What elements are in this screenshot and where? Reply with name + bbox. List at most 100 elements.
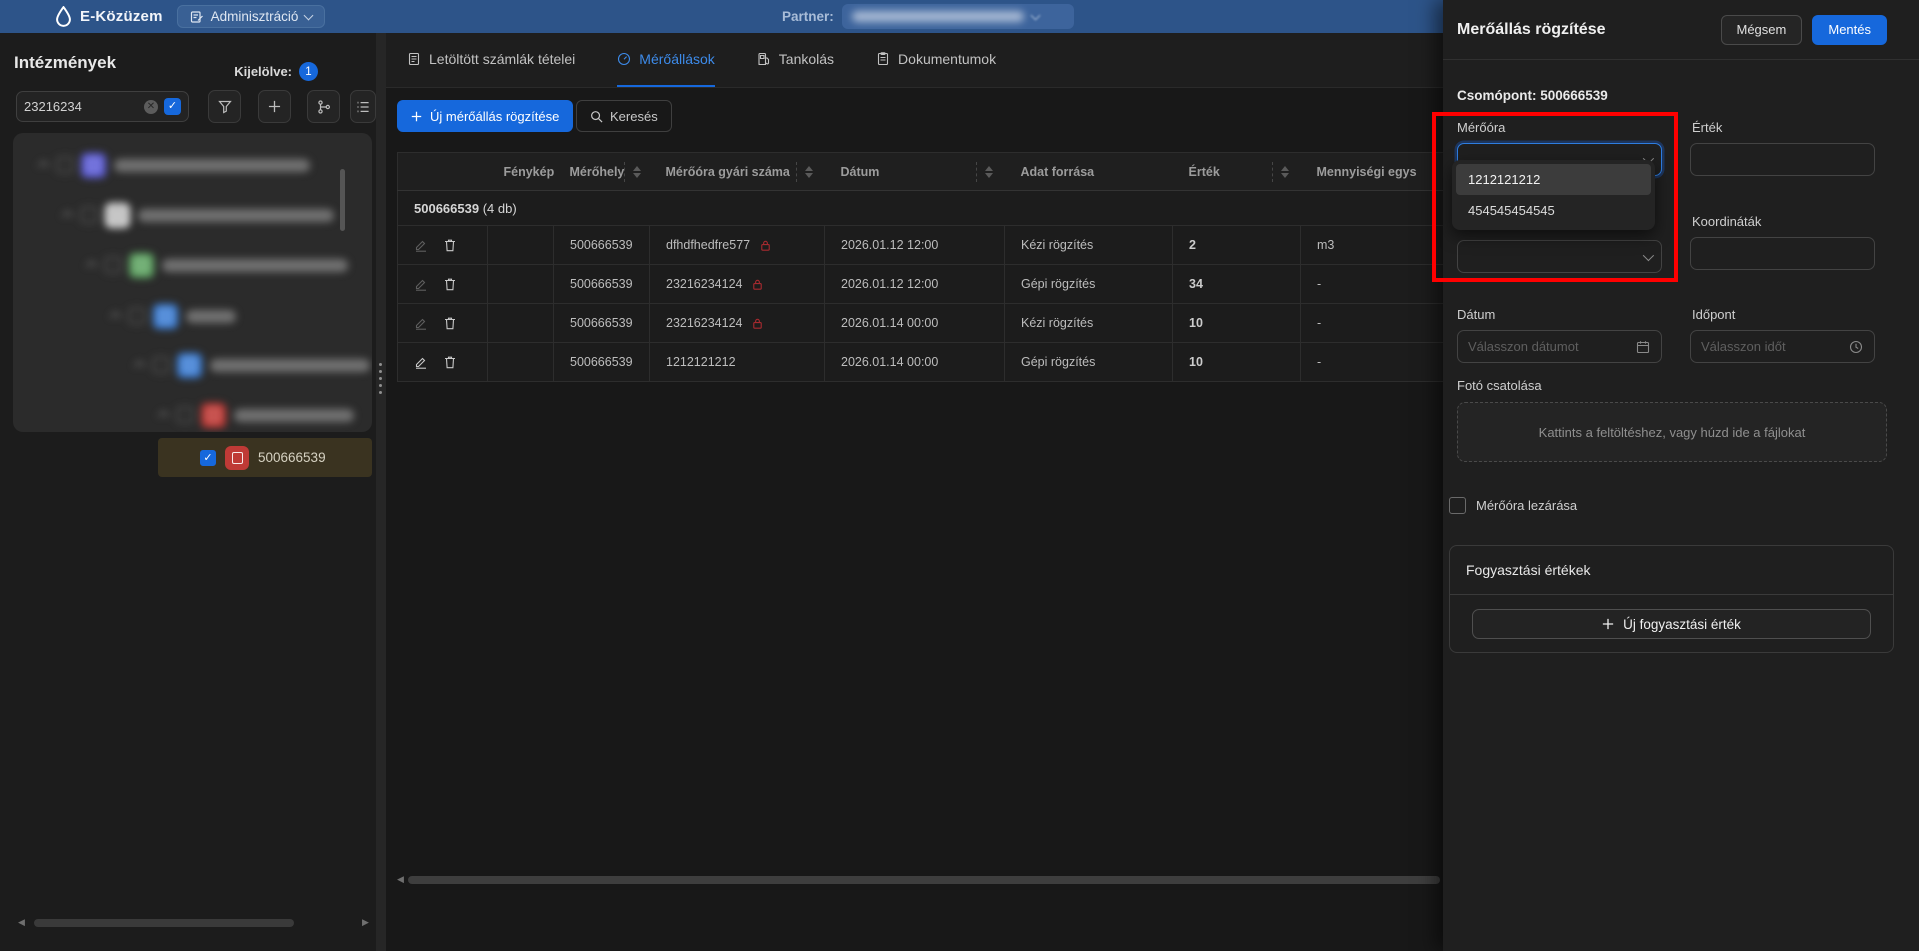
tree-node-redacted[interactable] xyxy=(41,145,310,185)
serial-cell: dfhdfhedfre577 xyxy=(666,238,750,252)
delete-button[interactable] xyxy=(443,277,457,291)
tab-meter-readings[interactable]: Mérőállások xyxy=(617,33,714,87)
dropdown-option[interactable]: 1212121212 xyxy=(1456,164,1651,195)
hierarchy-button[interactable] xyxy=(307,90,340,123)
value-cell: 2 xyxy=(1173,226,1301,265)
tree-node-label-redacted xyxy=(210,359,370,372)
unit-select[interactable] xyxy=(1457,240,1662,273)
tree-checkbox[interactable] xyxy=(57,157,73,173)
search-button[interactable]: Keresés xyxy=(576,100,672,132)
pencil-icon xyxy=(414,316,428,330)
tree-node-redacted[interactable] xyxy=(161,395,354,432)
drawer-header: Merőállás rögzítése Mégsem Mentés xyxy=(1443,0,1919,60)
site-icon xyxy=(129,253,154,278)
partner-select[interactable] xyxy=(842,4,1074,29)
gauge-icon xyxy=(617,52,631,66)
new-reading-button[interactable]: Új mérőállás rögzítése xyxy=(397,100,573,132)
column-serial[interactable]: Mérőóra gyári száma xyxy=(650,153,825,191)
tree-node-redacted[interactable] xyxy=(137,345,370,385)
tree-caret-icon[interactable] xyxy=(134,361,145,372)
source-cell: Gépi rögzítés xyxy=(1005,265,1173,304)
dropdown-option[interactable]: 454545454545 xyxy=(1456,195,1651,226)
list-view-button[interactable] xyxy=(350,90,376,123)
plus-icon xyxy=(1602,618,1614,630)
column-date[interactable]: Dátum xyxy=(825,153,1005,191)
column-photo: Fénykép xyxy=(488,153,554,191)
sort-icon[interactable] xyxy=(985,166,993,178)
tree-node-redacted[interactable] xyxy=(113,296,236,336)
photo-upload-dropzone[interactable]: Kattints a feltöltéshez, vagy húzd ide a… xyxy=(1457,402,1887,462)
tree-vertical-scrollbar[interactable] xyxy=(340,169,345,231)
scroll-left-icon[interactable]: ◀ xyxy=(397,874,404,885)
edit-button[interactable] xyxy=(414,316,428,330)
tree-caret-icon[interactable] xyxy=(158,411,169,422)
coords-field-label: Koordináták xyxy=(1692,214,1761,229)
tree-checkbox[interactable] xyxy=(105,257,121,273)
edit-button[interactable] xyxy=(414,355,428,369)
trash-icon xyxy=(443,238,457,252)
tree-checkbox[interactable] xyxy=(153,357,169,373)
time-input[interactable] xyxy=(1690,330,1875,363)
scroll-left-icon[interactable]: ◀ xyxy=(18,917,25,928)
tree-node-label-redacted xyxy=(138,209,334,222)
tab-invoice-items[interactable]: Letöltött számlák tételei xyxy=(407,33,575,87)
table-group-row: 500666539 (4 db) xyxy=(398,191,1551,226)
tree-caret-icon[interactable] xyxy=(86,261,97,272)
sidebar-horizontal-scrollbar[interactable] xyxy=(34,919,294,927)
sort-icon[interactable] xyxy=(633,166,641,178)
column-place[interactable]: Mérőhely xyxy=(554,153,650,191)
node-id-label: Csomópont: 500666539 xyxy=(1457,88,1608,103)
tree-caret-icon[interactable] xyxy=(110,312,121,323)
add-consumption-label: Új fogyasztási érték xyxy=(1623,617,1741,632)
exact-match-checkbox[interactable]: ✓ xyxy=(164,98,181,115)
tree-caret-icon[interactable] xyxy=(38,161,49,172)
scroll-right-icon[interactable]: ▶ xyxy=(362,917,369,928)
close-meter-checkbox-row[interactable]: Mérőóra lezárása xyxy=(1449,497,1577,514)
add-consumption-button[interactable]: Új fogyasztási érték xyxy=(1472,609,1871,639)
delete-button[interactable] xyxy=(443,238,457,252)
tree-node-selected[interactable]: ✓ 500666539 xyxy=(158,438,372,477)
meter-icon xyxy=(201,403,226,428)
lock-icon xyxy=(751,278,764,291)
edit-button[interactable] xyxy=(414,277,428,291)
column-value[interactable]: Érték xyxy=(1173,153,1301,191)
tree-node-redacted[interactable] xyxy=(89,245,348,285)
sort-icon[interactable] xyxy=(1281,166,1289,178)
delete-button[interactable] xyxy=(443,316,457,330)
edit-button[interactable] xyxy=(414,238,428,252)
table-horizontal-scrollbar[interactable] xyxy=(408,876,1440,884)
date-field-label: Dátum xyxy=(1457,307,1495,322)
tab-fueling[interactable]: Tankolás xyxy=(757,33,834,87)
close-meter-checkbox[interactable] xyxy=(1449,497,1466,514)
tree-checkbox-checked[interactable]: ✓ xyxy=(200,450,216,466)
search-button-label: Keresés xyxy=(610,109,658,124)
tree-caret-icon[interactable] xyxy=(62,211,73,222)
chevron-down-icon xyxy=(304,10,314,20)
tree-checkbox[interactable] xyxy=(177,407,193,423)
selected-count-badge: 1 xyxy=(299,62,318,81)
clear-search-icon[interactable]: ✕ xyxy=(144,100,158,114)
value-input[interactable] xyxy=(1690,143,1875,176)
tree-search-input[interactable] xyxy=(24,99,138,114)
tree-checkbox[interactable] xyxy=(129,308,145,324)
date-input[interactable] xyxy=(1457,330,1662,363)
branch-icon xyxy=(317,100,331,114)
table-row: 500666539 23216234124 2026.01.12 12:00 G… xyxy=(398,265,1551,304)
coordinates-input[interactable] xyxy=(1690,237,1875,270)
sort-icon[interactable] xyxy=(805,166,813,178)
save-button[interactable]: Mentés xyxy=(1812,15,1887,45)
add-node-button[interactable] xyxy=(258,90,291,123)
serial-cell: 1212121212 xyxy=(666,355,736,369)
table-header-row: Fénykép Mérőhely Mérőóra gyári száma Dát… xyxy=(398,153,1551,191)
delete-button[interactable] xyxy=(443,355,457,369)
tab-label: Mérőállások xyxy=(639,51,714,67)
pencil-icon xyxy=(414,238,428,252)
filter-button[interactable] xyxy=(208,90,241,123)
tab-documents[interactable]: Dokumentumok xyxy=(876,33,996,87)
admin-menu[interactable]: Adminisztráció xyxy=(177,5,326,28)
sidebar-resize-handle[interactable] xyxy=(376,33,386,951)
tree-checkbox[interactable] xyxy=(81,207,97,223)
drawer-title: Merőállás rögzítése xyxy=(1457,21,1606,39)
tree-node-redacted[interactable] xyxy=(65,195,334,235)
cancel-button[interactable]: Mégsem xyxy=(1721,15,1803,45)
